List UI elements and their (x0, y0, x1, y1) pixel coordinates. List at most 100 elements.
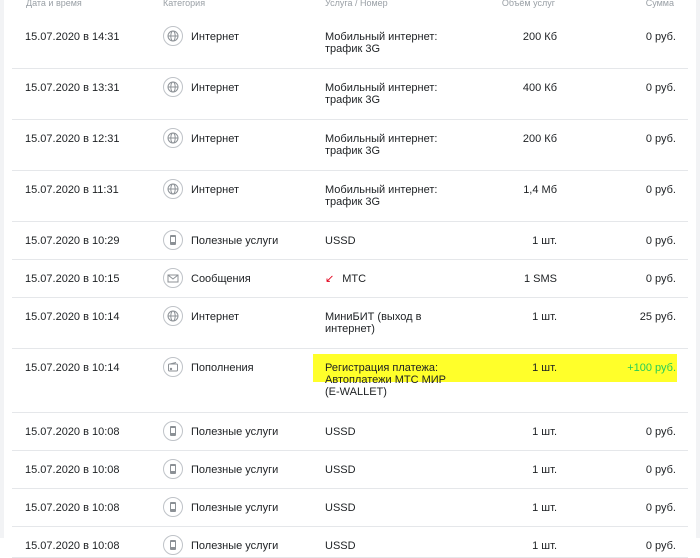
row-category: Полезные услуги (191, 426, 279, 438)
row-service-text: Мобильный интернет: трафик 3G (325, 133, 438, 157)
row-date: 15.07.2020 в 10:08 (25, 502, 120, 514)
row-service: Мобильный интернет: трафик 3G (325, 133, 455, 157)
globe-icon (163, 128, 183, 148)
table-row[interactable]: 15.07.2020 в 10:15 Сообщения ↙ МТС 1 SMS 0 ру… (12, 260, 688, 298)
row-volume: 200 Кб (522, 133, 557, 145)
row-category: Полезные услуги (191, 464, 279, 476)
row-date: 15.07.2020 в 10:08 (25, 540, 120, 552)
table-row[interactable]: 15.07.2020 в 12:31 Интернет Мобильный инте… (12, 120, 688, 171)
row-date: 15.07.2020 в 10:14 (25, 362, 120, 374)
row-service: Регистрация платежа: Автоплатежи МТС МИР… (325, 362, 455, 398)
table-row[interactable]: 15.07.2020 в 10:08 Полезные услуги USSD 1 ш… (12, 451, 688, 489)
row-service: Мобильный интернет: трафик 3G (325, 31, 455, 55)
row-service-text: USSD (325, 464, 356, 476)
globe-icon (163, 77, 183, 97)
row-date: 15.07.2020 в 11:31 (25, 184, 119, 196)
row-volume: 1,4 Мб (523, 184, 557, 196)
transactions-table: 15.07.2020 в 14:31 Интернет Мобильный инте… (0, 18, 700, 558)
row-volume: 1 шт. (532, 426, 557, 438)
table-row[interactable]: 15.07.2020 в 13:31 Интернет Мобильный инте… (12, 69, 688, 120)
row-category: Пополнения (191, 362, 254, 374)
row-category: Интернет (191, 31, 239, 43)
row-sum: 0 руб. (645, 184, 676, 196)
row-service-text: USSD (325, 540, 356, 552)
row-date: 15.07.2020 в 10:08 (25, 426, 120, 438)
row-sum: 0 руб. (645, 540, 676, 552)
row-sum: 0 руб. (645, 502, 676, 514)
row-service-text: Мобильный интернет: трафик 3G (325, 31, 438, 55)
row-service-text: Мобильный интернет: трафик 3G (325, 82, 438, 106)
outgoing-arrow-icon: ↙ (325, 273, 335, 285)
table-row[interactable]: 15.07.2020 в 10:08 Полезные услуги USSD 1 ш… (12, 527, 688, 558)
row-service-text: USSD (325, 426, 356, 438)
row-sum: 25 руб. (639, 311, 676, 323)
table-row[interactable]: 15.07.2020 в 14:31 Интернет Мобильный инте… (12, 18, 688, 69)
row-service: USSD (325, 464, 455, 476)
row-service-text: Регистрация платежа: Автоплатежи МТС МИР… (325, 362, 446, 398)
row-service-text: МиниБИТ (выход в интернет) (325, 311, 422, 335)
table-header: Дата и время Категория Услуга / Номер Об… (0, 0, 700, 12)
wallet-icon (163, 357, 183, 377)
row-sum: +100 руб. (627, 362, 676, 374)
row-sum: 0 руб. (645, 133, 676, 145)
row-service: USSD (325, 502, 455, 514)
globe-icon (163, 26, 183, 46)
row-category: Полезные услуги (191, 502, 279, 514)
phone-icon (163, 421, 183, 441)
row-service: Мобильный интернет: трафик 3G (325, 82, 455, 106)
row-volume: 200 Кб (522, 31, 557, 43)
row-sum: 0 руб. (645, 273, 676, 285)
row-category: Полезные услуги (191, 540, 279, 552)
row-volume: 1 SMS (523, 273, 557, 285)
table-row[interactable]: 15.07.2020 в 10:08 Полезные услуги USSD 1 ш… (12, 413, 688, 451)
row-service-text: USSD (325, 235, 356, 247)
envelope-icon (163, 268, 183, 288)
row-date: 15.07.2020 в 10:29 (25, 235, 120, 247)
table-row[interactable]: 15.07.2020 в 10:14 Пополнения Регистрация … (12, 349, 688, 413)
row-volume: 400 Кб (522, 82, 557, 94)
row-service: USSD (325, 426, 455, 438)
table-row[interactable]: 15.07.2020 в 10:08 Полезные услуги USSD 1 ш… (12, 489, 688, 527)
row-category: Интернет (191, 184, 239, 196)
row-service: USSD (325, 235, 455, 247)
phone-icon (163, 459, 183, 479)
row-category: Интернет (191, 82, 239, 94)
row-sum: 0 руб. (645, 464, 676, 476)
row-sum: 0 руб. (645, 235, 676, 247)
header-date: Дата и время (26, 0, 82, 8)
row-date: 15.07.2020 в 10:15 (25, 273, 120, 285)
row-volume: 1 шт. (532, 502, 557, 514)
row-service-text: Мобильный интернет: трафик 3G (325, 184, 438, 208)
globe-icon (163, 179, 183, 199)
row-service-text: USSD (325, 502, 356, 514)
row-service: USSD (325, 540, 455, 552)
row-sum: 0 руб. (645, 82, 676, 94)
table-row[interactable]: 15.07.2020 в 11:31 Интернет Мобильный инте… (12, 171, 688, 222)
row-volume: 1 шт. (532, 540, 557, 552)
row-category: Интернет (191, 311, 239, 323)
row-volume: 1 шт. (532, 362, 557, 374)
row-category: Сообщения (191, 273, 251, 285)
row-date: 15.07.2020 в 10:08 (25, 464, 120, 476)
row-category: Интернет (191, 133, 239, 145)
header-volume: Объём услуг (501, 0, 555, 8)
phone-icon (163, 497, 183, 517)
row-sum: 0 руб. (645, 426, 676, 438)
row-date: 15.07.2020 в 13:31 (25, 82, 120, 94)
row-volume: 1 шт. (532, 235, 557, 247)
table-row[interactable]: 15.07.2020 в 10:29 Полезные услуги USSD 1 ш… (12, 222, 688, 260)
table-row[interactable]: 15.07.2020 в 10:14 Интернет МиниБИТ (выход… (12, 298, 688, 349)
row-service: Мобильный интернет: трафик 3G (325, 184, 455, 208)
header-category: Категория (163, 0, 206, 8)
phone-icon (163, 230, 183, 250)
header-sum: Сумма (645, 0, 674, 8)
row-date: 15.07.2020 в 10:14 (25, 311, 120, 323)
globe-icon (163, 306, 183, 326)
row-service-text: МТС (342, 273, 367, 285)
row-category: Полезные услуги (191, 235, 279, 247)
row-sum: 0 руб. (645, 31, 676, 43)
header-service: Услуга / Номер (325, 0, 388, 8)
row-date: 15.07.2020 в 14:31 (25, 31, 120, 43)
row-volume: 1 шт. (532, 311, 557, 323)
row-service: ↙ МТС (325, 273, 455, 285)
